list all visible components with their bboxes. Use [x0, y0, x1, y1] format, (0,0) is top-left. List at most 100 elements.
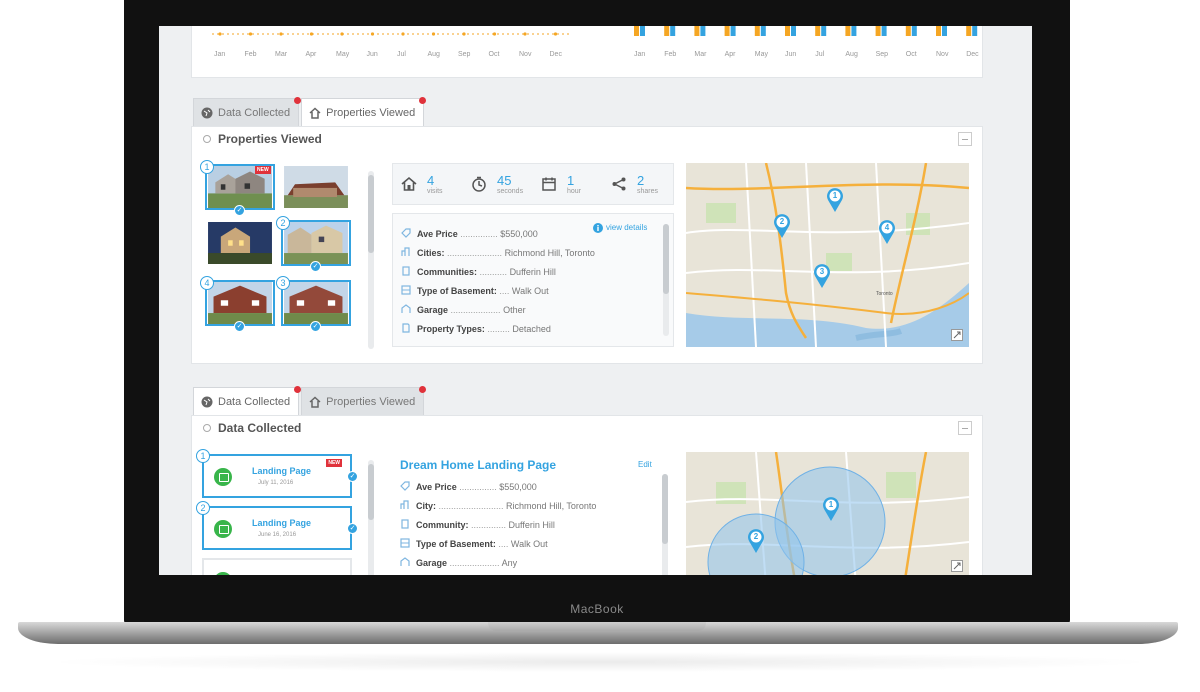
bar-mark	[791, 26, 796, 36]
detail-value: Dufferin Hill	[508, 520, 555, 530]
landing-page-item[interactable]: Landing Page June 16, 2016	[202, 506, 352, 550]
bar-mark	[724, 26, 730, 36]
property-thumbnail-5[interactable]	[205, 280, 275, 326]
calendar-icon	[542, 177, 556, 191]
map-pin-label: 2	[779, 217, 785, 226]
check-icon: ✓	[347, 523, 358, 534]
stat-value: 1	[567, 173, 575, 188]
month-tick-label: Sep	[458, 51, 471, 58]
landing-pages-scrollbar[interactable]	[368, 460, 374, 575]
tab-properties-viewed[interactable]: Properties Viewed	[301, 386, 427, 415]
tab-label: Data Collected	[218, 396, 291, 408]
detail-row: Ave Price ............... $550,000	[400, 481, 537, 499]
collapse-button[interactable]	[958, 421, 972, 435]
property-details: view details Ave Price ............... $…	[392, 213, 674, 347]
panel-bullet-icon	[203, 135, 211, 143]
map-pin-label: 2	[753, 532, 759, 541]
detail-value: Walk Out	[510, 539, 548, 549]
monthly-charts-strip: Jan Feb Mar Apr May Jun Jul Aug Sep Oct Nov Dec Jan…	[191, 26, 983, 78]
detail-value: Any	[501, 558, 518, 568]
detail-value: Detached	[512, 324, 551, 334]
detail-row: Type of Basement: .... Walk Out	[401, 285, 549, 303]
detail-row: Communities: ........... Dufferin Hill	[401, 266, 556, 284]
landing-page-item[interactable]: Landing Page July 11, 2016 NEW	[202, 454, 352, 498]
bar-mark	[694, 26, 700, 36]
collapse-button[interactable]	[958, 132, 972, 146]
fullscreen-icon[interactable]	[951, 560, 963, 572]
scrollbar-thumb[interactable]	[368, 175, 374, 253]
check-icon: ✓	[310, 261, 321, 272]
house-photo	[284, 222, 348, 264]
line-point	[279, 32, 283, 36]
fullscreen-icon[interactable]	[951, 329, 963, 341]
house-photo	[208, 282, 272, 324]
properties-map[interactable]: Toronto 1 2 3 4	[686, 163, 969, 347]
bar-mark	[875, 26, 881, 36]
scrollbar-thumb[interactable]	[663, 224, 669, 294]
details-scrollbar[interactable]	[663, 224, 669, 336]
detail-label: Community:	[416, 520, 469, 530]
month-tick-label: Jan	[214, 51, 225, 58]
landing-page-number-badge: 2	[196, 501, 210, 515]
detail-row: City: .......................... Richmon…	[400, 500, 596, 518]
tab-label: Properties Viewed	[326, 396, 416, 408]
month-tick-label: Dec	[966, 51, 979, 58]
details-scrollbar[interactable]	[662, 474, 668, 575]
property-thumbnail-2[interactable]	[281, 164, 351, 210]
notification-dot	[294, 97, 302, 104]
view-details-link[interactable]: view details	[606, 223, 647, 232]
month-tick-label: Jun	[367, 51, 378, 58]
bar-mark	[760, 26, 766, 36]
month-tick-label: Oct	[906, 51, 917, 58]
house-photo	[284, 282, 348, 324]
tab-data-collected[interactable]: Data Collected	[193, 386, 302, 415]
detail-value: Other	[503, 305, 526, 315]
landing-page-date: July 11, 2016	[258, 480, 294, 486]
building-icon	[401, 519, 409, 529]
panel-title: Data Collected	[218, 421, 302, 435]
property-thumbnail-4[interactable]	[281, 220, 351, 266]
property-thumbnail-3[interactable]	[205, 220, 275, 266]
thumbnail-number-badge: 1	[200, 160, 214, 174]
line-point	[340, 32, 344, 36]
detail-label: Property Types:	[417, 324, 485, 334]
month-tick-label: Mar	[275, 51, 288, 58]
tab-data-collected[interactable]: Data Collected	[193, 97, 302, 126]
bar-mark	[942, 26, 947, 36]
tag-icon	[400, 481, 410, 491]
landing-page-date: June 16, 2016	[258, 532, 297, 538]
garage-icon	[400, 557, 410, 566]
globe-icon	[201, 107, 213, 119]
bar-mark	[972, 26, 978, 36]
month-tick-label: Dec	[550, 51, 563, 58]
stat-seconds: 45 seconds	[463, 164, 533, 204]
check-icon: ✓	[234, 321, 245, 332]
month-tick-label: Nov	[519, 51, 532, 58]
map-pin-label: 1	[832, 191, 838, 200]
detail-value: $550,000	[500, 229, 538, 239]
tag-icon	[401, 228, 411, 238]
landing-page-item[interactable]	[202, 558, 352, 575]
line-point	[462, 32, 466, 36]
house-photo	[207, 345, 273, 346]
thumbnails-scrollbar[interactable]	[368, 171, 374, 349]
map-city-label: Toronto	[876, 291, 893, 297]
scrollbar-thumb[interactable]	[368, 464, 374, 520]
property-thumbnail-7[interactable]	[205, 336, 275, 346]
month-tick-label: Feb	[664, 51, 676, 58]
tab-properties-viewed[interactable]: Properties Viewed	[301, 97, 427, 126]
bar-mark	[905, 26, 911, 36]
month-tick-label: May	[336, 51, 350, 58]
month-tick-label: Nov	[936, 51, 949, 58]
landing-page-map[interactable]: 1 2	[686, 452, 969, 575]
property-thumbnail-6[interactable]	[281, 280, 351, 326]
detail-label: Cities:	[417, 248, 445, 258]
detail-value: Richmond Hill, Toronto	[506, 501, 597, 511]
detail-row: Type of Basement: .... Walk Out	[400, 538, 548, 556]
property-thumbnail-8[interactable]	[281, 336, 351, 346]
edit-link[interactable]: Edit	[638, 460, 652, 469]
section1-tabs: Data Collected Properties Viewed	[193, 97, 427, 126]
panel-header: Data Collected	[192, 416, 982, 440]
scrollbar-thumb[interactable]	[662, 474, 668, 544]
doc-icon	[402, 323, 410, 333]
